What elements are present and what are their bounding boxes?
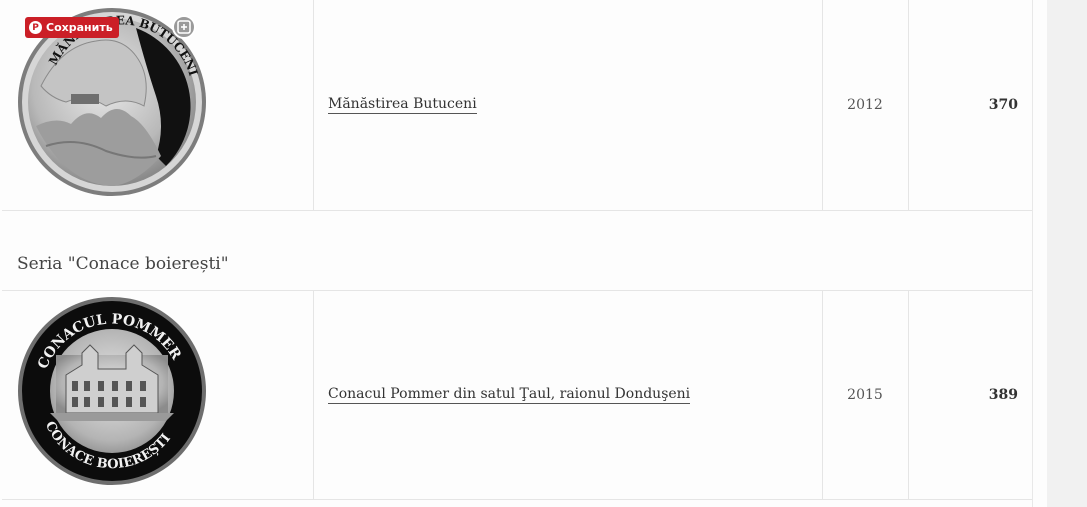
year-text: 2012 — [847, 97, 883, 113]
table-row: CONACUL POMMER CONACE BOIEREȘTI Conacul … — [2, 290, 1032, 500]
year-text: 2015 — [847, 387, 883, 403]
scrollbar-track[interactable] — [1047, 0, 1087, 507]
coin-name-link[interactable]: Mănăstirea Butuceni — [328, 96, 477, 114]
coin-image-pommer[interactable]: CONACUL POMMER CONACE BOIEREȘTI — [16, 295, 208, 487]
catalog-number: 370 — [988, 97, 1018, 113]
series-title: Seria "Conace boierești" — [17, 254, 229, 274]
table-row: MĂNĂSTIREA BUTUCENI Mănăstirea Butuceni … — [2, 0, 1032, 211]
series-heading-row: Seria "Conace boierești" — [2, 211, 1032, 290]
coin-name-link[interactable]: Conacul Pommer din satul Ţaul, raionul D… — [328, 386, 691, 404]
year-cell: 2012 — [822, 0, 909, 210]
pinterest-save-label: Сохранить — [46, 21, 113, 34]
pinterest-save-button[interactable]: P Сохранить — [25, 17, 119, 38]
coin-image-cell: CONACUL POMMER CONACE BOIEREȘTI — [2, 291, 314, 499]
pinterest-icon: P — [29, 21, 42, 34]
zoom-icon[interactable] — [172, 15, 196, 39]
catalog-number: 389 — [988, 387, 1018, 403]
number-cell: 370 — [908, 0, 1032, 210]
page-right-margin — [1032, 0, 1048, 507]
number-cell: 389 — [908, 291, 1032, 499]
year-cell: 2015 — [822, 291, 909, 499]
name-cell: Conacul Pommer din satul Ţaul, raionul D… — [313, 291, 823, 499]
name-cell: Mănăstirea Butuceni — [313, 0, 823, 210]
